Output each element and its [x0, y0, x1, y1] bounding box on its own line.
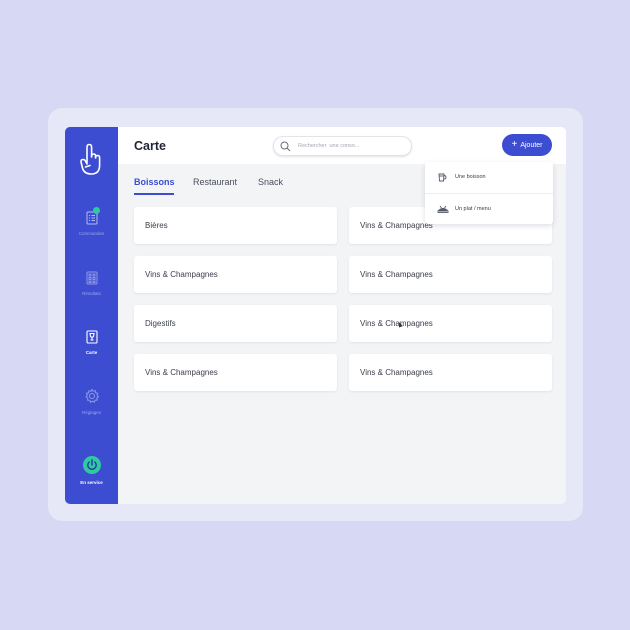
add-dropdown-menu: Une boisson Un plat / menu — [425, 162, 553, 224]
top-bar: Carte + Ajouter — [118, 127, 566, 164]
card-label: Vins & Champagnes — [360, 319, 433, 328]
plus-icon: + — [511, 139, 518, 150]
sidebar-item-reglages[interactable]: Réglages — [65, 388, 118, 415]
menu-item-label: Un plat / menu — [455, 206, 491, 212]
tab-snack[interactable]: Snack — [258, 177, 283, 187]
notification-badge — [93, 207, 100, 214]
dish-icon — [437, 205, 449, 213]
category-card[interactable]: Vins & Champagnes — [134, 256, 337, 293]
sidebar: Commandes Résultats Carte Réglages En se… — [65, 127, 118, 504]
service-toggle[interactable]: En service — [65, 456, 118, 485]
category-card[interactable]: Digestifs — [134, 305, 337, 342]
category-card[interactable]: Vins & Champagnes — [349, 256, 552, 293]
tab-boissons[interactable]: Boissons — [134, 177, 175, 195]
sidebar-item-resultats[interactable]: Résultats — [65, 271, 118, 296]
sidebar-item-carte[interactable]: Carte — [65, 330, 118, 355]
tab-restaurant[interactable]: Restaurant — [193, 177, 237, 187]
card-label: Vins & Champagnes — [145, 368, 218, 377]
pointing-hand-logo-icon — [80, 143, 101, 175]
add-button-label: Ajouter — [520, 141, 543, 149]
category-card[interactable]: Vins & Champagnes — [134, 354, 337, 391]
sidebar-item-label: Carte — [85, 350, 98, 355]
tab-label: Restaurant — [193, 177, 238, 187]
tab-label: Snack — [258, 177, 284, 187]
category-card[interactable]: Vins & Champagnes — [349, 305, 552, 342]
add-button[interactable]: + Ajouter — [502, 134, 552, 156]
card-label: Digestifs — [145, 319, 176, 328]
card-label: Vins & Champagnes — [145, 270, 218, 279]
gear-icon — [84, 388, 99, 404]
sidebar-item-label: Commandes — [78, 231, 105, 236]
card-label: Bières — [145, 221, 168, 230]
menu-card-icon — [85, 330, 98, 344]
card-label: Vins & Champagnes — [360, 221, 433, 230]
menu-item-boisson[interactable]: Une boisson — [425, 162, 553, 193]
category-card[interactable]: Vins & Champagnes — [349, 354, 552, 391]
calculator-icon — [86, 271, 97, 285]
menu-item-plat[interactable]: Un plat / menu — [425, 193, 553, 224]
search-box[interactable] — [273, 136, 412, 156]
drink-icon — [438, 173, 447, 182]
card-label: Vins & Champagnes — [360, 368, 433, 377]
sidebar-item-commandes[interactable]: Commandes — [65, 207, 118, 236]
search-input[interactable] — [298, 140, 406, 152]
menu-item-label: Une boisson — [455, 174, 486, 180]
active-tab-indicator — [134, 193, 174, 195]
service-status-label: En service — [80, 480, 103, 485]
app-screen: Commandes Résultats Carte Réglages En se… — [65, 127, 566, 504]
sidebar-item-label: Réglages — [81, 410, 101, 415]
page-title: Carte — [134, 139, 166, 153]
card-label: Vins & Champagnes — [360, 270, 433, 279]
sidebar-item-label: Résultats — [82, 291, 101, 296]
search-icon — [280, 141, 291, 152]
tab-label: Boissons — [134, 177, 175, 187]
category-card[interactable]: Bières — [134, 207, 337, 244]
power-icon — [82, 456, 101, 474]
